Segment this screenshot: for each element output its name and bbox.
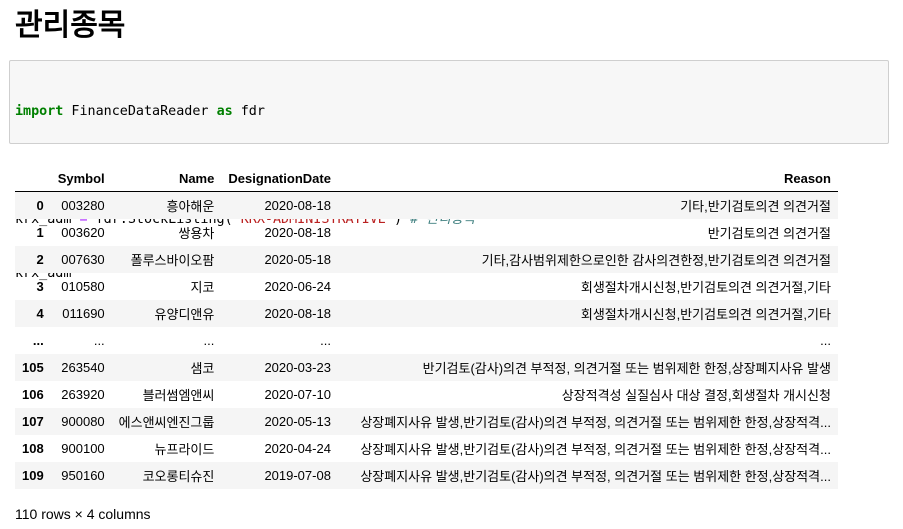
row-index: 4 [36,306,44,321]
row-index: 106 [22,387,44,402]
cell-symbol: 007630 [61,252,105,267]
cell-reason: 기타,반기검토의견 의견거절 [680,199,831,214]
cell-name: ... [203,333,215,348]
row-index: 108 [22,441,44,456]
cell-name: 쌍용차 [178,226,215,241]
row-count-summary: 110 rows × 4 columns [15,506,151,522]
cell-name: 블러썸엠앤씨 [142,388,215,403]
row-index: 0 [36,198,44,213]
table-row: 1 003620 쌍용차 2020-08-18 반기검토의견 의견거절 [15,219,838,246]
row-index: 3 [36,279,44,294]
cell-name: 폴루스바이오팜 [130,253,215,268]
cell-name: 코오롱티슈진 [142,469,215,484]
cell-name: 유양디앤유 [154,307,215,322]
cell-reason: 기타,감사범위제한으로인한 감사의견한정,반기검토의견 의견거절 [481,253,831,268]
cell-reason: 반기검토(감사)의견 부적정, 의견거절 또는 범위제한 한정,상장폐지사유 발… [422,361,831,376]
table-row: ............... [15,327,838,354]
cell-reason: 상장폐지사유 발생,반기검토(감사)의견 부적정, 의견거절 또는 범위제한 한… [360,469,831,484]
cell-designation-date: ... [320,333,331,348]
cell-name: 지코 [190,280,215,295]
table-row: 4 011690 유양디앤유 2020-08-18 회생절차개시신청,반기검토의견 의견… [15,300,838,327]
dataframe-table: Symbol Name DesignationDate Reason 0 0032… [15,165,838,489]
table-row: 2 007630 폴루스바이오팜 2020-05-18 기타,감사범위제한으로인한 감사… [15,246,838,273]
cell-symbol: 010580 [61,279,105,294]
cell-reason: 상장적격성 실질심사 대상 결정,회생절차 개시신청 [561,388,831,403]
page-title: 관리종목 [15,8,126,43]
cell-symbol: 950160 [61,468,105,483]
cell-reason: 상장폐지사유 발생,반기검토(감사)의견 부적정, 의견거절 또는 범위제한 한… [360,442,831,457]
cell-symbol: 263540 [61,360,105,375]
table-row: 105 263540 샘코 2020-03-23 반기검토(감사)의견 부적정, 의견거… [15,354,838,381]
row-index: ... [32,333,44,348]
module-name: FinanceDataReader [63,104,217,119]
cell-symbol: 003620 [61,225,105,240]
row-index: 1 [36,225,44,240]
cell-designation-date: 2020-08-18 [264,225,331,240]
cell-designation-date: 2019-07-08 [264,468,331,483]
cell-name: 에스앤씨엔진그룹 [118,415,215,430]
cell-designation-date: 2020-08-18 [264,198,331,213]
code-line-import: import FinanceDataReader as fdr [15,103,888,121]
cell-reason: 상장폐지사유 발생,반기검토(감사)의견 부적정, 의견거절 또는 범위제한 한… [360,415,831,430]
keyword-import: import [15,104,64,119]
column-header-index [15,165,51,192]
cell-designation-date: 2020-03-23 [264,360,331,375]
cell-designation-date: 2020-04-24 [264,441,331,456]
row-index: 2 [36,252,44,267]
cell-designation-date: 2020-07-10 [264,387,331,402]
keyword-as: as [216,104,233,119]
row-index: 105 [22,360,44,375]
row-index: 109 [22,468,44,483]
cell-symbol: 011690 [62,306,105,321]
cell-designation-date: 2020-08-18 [264,306,331,321]
table-row: 108 900100 뉴프라이드 2020-04-24 상장폐지사유 발생,반기검토(감… [15,435,838,462]
table-header-row: Symbol Name DesignationDate Reason [15,165,838,192]
cell-name: 흥아해운 [166,199,215,214]
cell-name: 샘코 [190,361,215,376]
cell-reason: ... [820,333,831,348]
row-index: 107 [22,414,44,429]
cell-symbol: ... [93,333,105,348]
cell-designation-date: 2020-06-24 [264,279,331,294]
cell-reason: 회생절차개시신청,반기검토의견 의견거절,기타 [580,280,831,295]
table-row: 109 950160 코오롱티슈진 2019-07-08 상장폐지사유 발생,반기검토(… [15,462,838,489]
cell-symbol: 003280 [61,198,105,213]
table-row: 106 263920 블러썸엠앤씨 2020-07-10 상장적격성 실질심사 대상 결… [15,381,838,408]
cell-reason: 반기검토의견 의견거절 [707,226,831,241]
cell-designation-date: 2020-05-13 [264,414,331,429]
column-header-name: Name [111,165,222,192]
column-header-symbol: Symbol [50,165,112,192]
cell-name: 뉴프라이드 [154,442,215,457]
table-row: 107 900080 에스앤씨엔진그룹 2020-05-13 상장폐지사유 발생,반기검… [15,408,838,435]
code-cell[interactable]: import FinanceDataReader as fdr krx_adm … [9,60,889,281]
column-header-designation-date: DesignationDate [221,165,338,192]
module-alias: fdr [232,104,265,119]
cell-symbol: 900100 [61,441,105,456]
table-row: 0 003280 흥아해운 2020-08-18 기타,반기검토의견 의견거절 [15,191,838,219]
cell-designation-date: 2020-05-18 [264,252,331,267]
column-header-reason: Reason [337,165,838,192]
table-row: 3 010580 지코 2020-06-24 회생절차개시신청,반기검토의견 의견거절,… [15,273,838,300]
cell-symbol: 900080 [61,414,105,429]
cell-reason: 회생절차개시신청,반기검토의견 의견거절,기타 [580,307,831,322]
cell-symbol: 263920 [61,387,105,402]
